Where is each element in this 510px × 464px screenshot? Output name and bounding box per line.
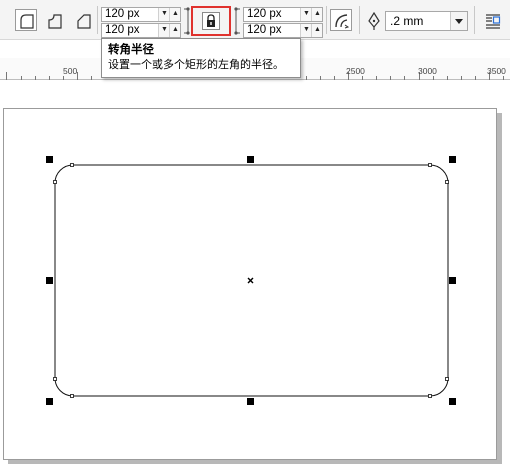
corner-radius-top-left-value: 120 px (105, 8, 140, 20)
pen-nib-icon (368, 12, 380, 30)
corner-radius-bottom-left-value: 120 px (105, 24, 140, 36)
drawing-canvas[interactable] (0, 81, 510, 464)
relative-corner-scaling-button[interactable] (330, 9, 352, 31)
round-corner-button[interactable] (15, 9, 37, 31)
separator (474, 6, 475, 34)
center-mark-icon (247, 277, 254, 284)
handle-bottom-middle (247, 398, 254, 405)
separator (326, 6, 327, 34)
handle-middle-left (46, 277, 53, 284)
lock-corners-button[interactable] (202, 12, 220, 30)
handle-middle-right (449, 277, 456, 284)
dropdown-arrow-icon[interactable]: ▼ (158, 24, 169, 37)
corner-radius-top-right-value: 120 px (247, 8, 282, 20)
separator (359, 6, 360, 34)
tooltip-body: 设置一个或多个矩形的左角的半径。 (108, 59, 284, 71)
highlight-box (191, 6, 231, 36)
chamfered-corner-button[interactable] (72, 9, 94, 31)
spinner-up-icon[interactable]: ▲ (169, 8, 180, 21)
handle-top-right (449, 156, 456, 163)
chevron-down-icon[interactable] (450, 12, 467, 30)
handle-top-left (46, 156, 53, 163)
handle-bottom-right (449, 398, 456, 405)
corner-radius-top-right-field[interactable]: 120 px ▼ ▲ (243, 7, 323, 22)
wrap-text-icon (486, 14, 501, 29)
spinner-up-icon[interactable]: ▲ (169, 24, 180, 37)
ruler-label: 500 (63, 66, 78, 76)
dropdown-arrow-icon[interactable]: ▼ (300, 24, 311, 37)
corner-radius-bottom-left-field[interactable]: 120 px ▼ ▲ (101, 23, 181, 38)
link-bracket-left-icon (184, 7, 190, 35)
ruler-label: 2500 (346, 66, 365, 76)
tooltip: 转角半径 设置一个或多个矩形的左角的半径。 (101, 38, 301, 78)
dropdown-arrow-icon[interactable]: ▼ (158, 8, 169, 21)
scalloped-corner-icon (48, 14, 62, 29)
corner-radius-top-left-field[interactable]: 120 px ▼ ▲ (101, 7, 181, 22)
property-bar: 120 px ▼ ▲ 120 px ▼ ▲ 120 px ▼ ▲ 120 px (0, 0, 510, 40)
chamfered-corner-icon (77, 14, 91, 29)
outline-width-select[interactable]: .2 mm (385, 11, 468, 31)
tooltip-title: 转角半径 (108, 44, 154, 56)
handle-bottom-left (46, 398, 53, 405)
handle-top-middle (247, 156, 254, 163)
separator (97, 6, 98, 34)
lock-icon (207, 14, 215, 27)
rounded-rectangle-shape (54, 164, 449, 397)
spinner-up-icon[interactable]: ▲ (311, 8, 322, 21)
link-bracket-right-icon (234, 7, 240, 35)
corner-radius-bottom-right-value: 120 px (247, 24, 282, 36)
round-corner-icon (20, 14, 34, 29)
corner-radius-bottom-right-field[interactable]: 120 px ▼ ▲ (243, 23, 323, 38)
relative-corner-scaling-icon (335, 14, 350, 29)
ruler-label: 3000 (418, 66, 437, 76)
selected-rectangle[interactable] (0, 81, 510, 464)
wrap-text-button[interactable] (481, 9, 503, 31)
scalloped-corner-button[interactable] (43, 9, 65, 31)
outline-width-value: .2 mm (390, 14, 424, 28)
dropdown-arrow-icon[interactable]: ▼ (300, 8, 311, 21)
spinner-up-icon[interactable]: ▲ (311, 24, 322, 37)
ruler-label: 3500 (487, 66, 506, 76)
